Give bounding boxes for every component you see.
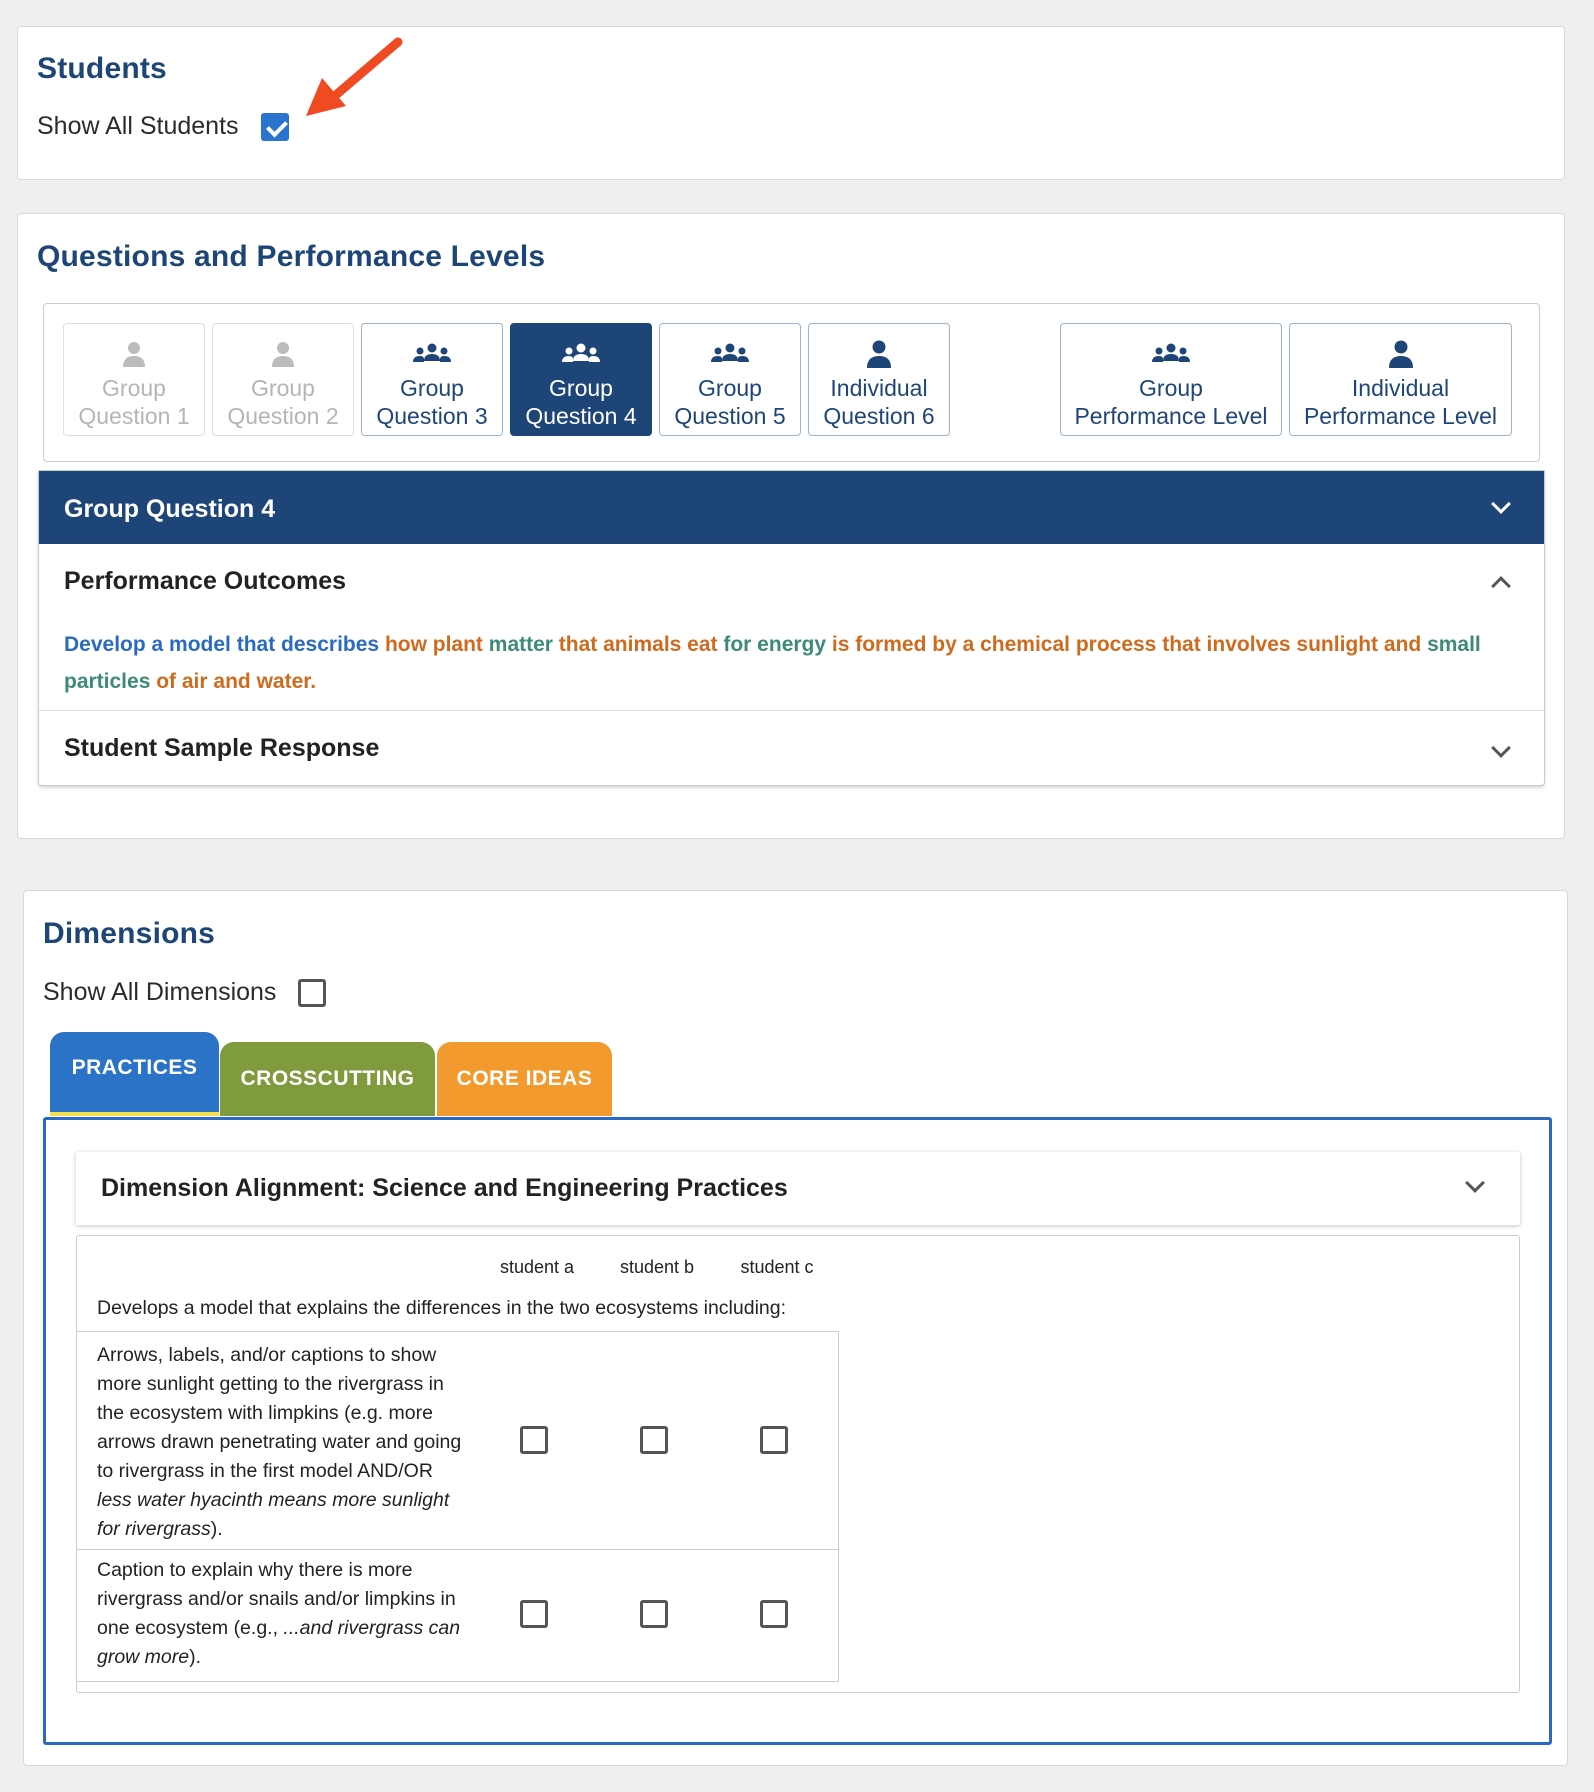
question-accordion: Group Question 4 Performance Outcomes De… [38, 470, 1545, 786]
dimension-alignment-title: Dimension Alignment: Science and Enginee… [101, 1174, 788, 1202]
student-c-checkbox[interactable] [760, 1600, 788, 1628]
show-all-dimensions-label: Show All Dimensions [43, 978, 277, 1006]
tab-group-question-5[interactable]: Group Question 5 [659, 323, 801, 436]
group-icon [561, 338, 601, 370]
person-icon [1388, 338, 1413, 370]
tab-individual-question-6[interactable]: Individual Question 6 [808, 323, 950, 436]
tab-practices[interactable]: PRACTICES [50, 1032, 219, 1116]
column-header-student-c: student c [740, 1257, 814, 1277]
tab-group-question-2: Group Question 2 [212, 323, 354, 436]
outcome-segment: Develop a model that describes [64, 633, 385, 656]
outcome-segment: how plant [384, 633, 489, 656]
chevron-up-icon[interactable] [1491, 576, 1511, 596]
person-icon [867, 338, 891, 370]
show-all-dimensions-row[interactable]: Show All Dimensions [43, 978, 327, 1007]
questions-title: Questions and Performance Levels [37, 240, 546, 273]
red-arrow-icon [306, 37, 403, 116]
student-c-checkbox[interactable] [760, 1426, 788, 1454]
group-icon [1151, 338, 1191, 370]
outcome-segment: for energy [723, 633, 832, 656]
student-a-checkbox[interactable] [520, 1600, 548, 1628]
tab-group-question-4[interactable]: Group Question 4 [510, 323, 652, 436]
show-all-students-label: Show All Students [37, 112, 239, 140]
accordion-header-title: Group Question 4 [64, 495, 276, 523]
tab-group-question-1: Group Question 1 [63, 323, 205, 436]
tab-crosscutting[interactable]: CROSSCUTTING [220, 1042, 435, 1116]
outcome-segment: matter [488, 633, 559, 656]
student-sample-response-title[interactable]: Student Sample Response [64, 734, 379, 763]
show-all-students-row[interactable]: Show All Students [37, 112, 289, 141]
outcome-segment: is formed by a chemical process that inv… [831, 633, 1428, 656]
person-icon [272, 338, 294, 370]
chevron-down-icon[interactable] [1465, 1173, 1485, 1193]
column-header-student-a: student a [499, 1257, 575, 1277]
outcome-segment: that animals eat [558, 633, 724, 656]
dimensions-title: Dimensions [43, 917, 216, 950]
outcome-segment: of air and water. [156, 670, 317, 693]
performance-outcome-text: Develop a model that describes how plant… [64, 626, 1524, 700]
show-all-dimensions-checkbox[interactable] [298, 978, 327, 1007]
dimension-alignment-header[interactable]: Dimension Alignment: Science and Enginee… [76, 1152, 1520, 1225]
tab-individual-performance-level[interactable]: Individual Performance Level [1289, 323, 1512, 436]
rubric-row-text: Arrows, labels, and/or captions to show … [97, 1344, 462, 1540]
accordion-header[interactable]: Group Question 4 [39, 471, 1544, 544]
show-all-students-checkbox[interactable] [260, 112, 289, 141]
tab-core-ideas[interactable]: CORE IDEAS [437, 1042, 612, 1116]
student-a-checkbox[interactable] [520, 1426, 548, 1454]
table-row: Arrows, labels, and/or captions to show … [77, 1332, 838, 1549]
students-title: Students [37, 52, 167, 85]
student-b-checkbox[interactable] [640, 1426, 668, 1454]
chevron-down-icon[interactable] [1491, 494, 1511, 514]
students-card [17, 26, 1565, 180]
performance-outcomes-title[interactable]: Performance Outcomes [64, 567, 346, 596]
person-icon [123, 338, 145, 370]
rubric-intro: Develops a model that explains the diffe… [97, 1297, 787, 1319]
student-b-checkbox[interactable] [640, 1600, 668, 1628]
tab-group-performance-level[interactable]: Group Performance Level [1060, 323, 1282, 436]
divider [39, 710, 1544, 711]
tab-group-question-3[interactable]: Group Question 3 [361, 323, 503, 436]
table-row: Caption to explain why there is more riv… [77, 1550, 838, 1682]
group-icon [412, 338, 452, 370]
rubric-row-text: Caption to explain why there is more riv… [97, 1559, 461, 1668]
column-header-student-b: student b [619, 1257, 695, 1277]
group-icon [710, 338, 750, 370]
rubric-table: Arrows, labels, and/or captions to show … [76, 1331, 839, 1682]
chevron-down-icon[interactable] [1491, 738, 1511, 758]
